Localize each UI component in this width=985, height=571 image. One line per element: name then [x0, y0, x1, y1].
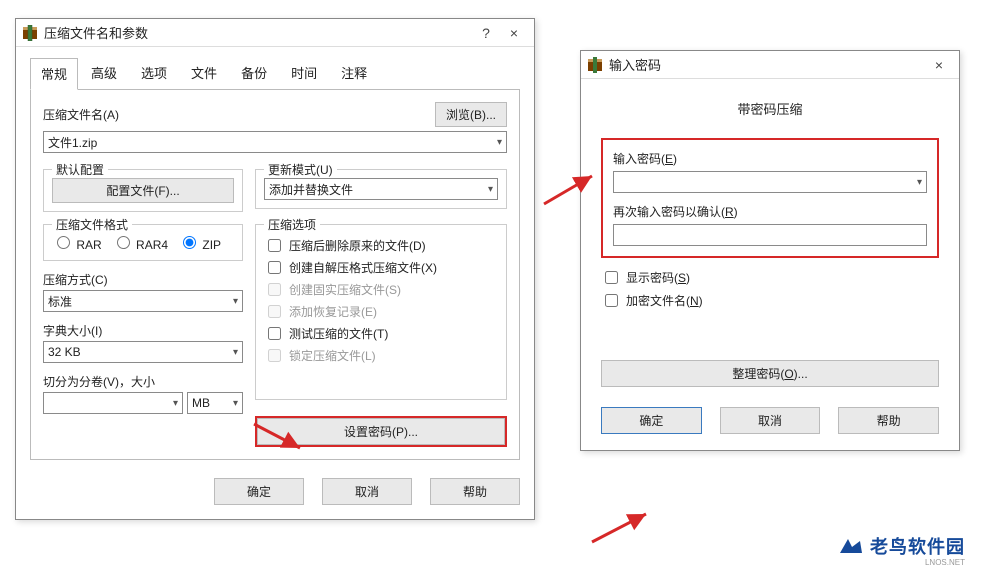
help-button[interactable]: 帮助 — [430, 478, 520, 505]
password-heading: 带密码压缩 — [601, 99, 939, 118]
tab-general[interactable]: 常规 — [30, 58, 78, 90]
tab-time[interactable]: 时间 — [280, 57, 328, 89]
chevron-down-icon: ▾ — [233, 347, 238, 358]
split-size-combo[interactable]: ▾ — [43, 392, 183, 414]
update-mode-combo[interactable]: 添加并替换文件 ▾ — [264, 178, 498, 200]
dialog-footer: 确定 取消 帮助 — [581, 397, 959, 450]
method-label: 压缩方式(C) — [43, 273, 108, 287]
close-button[interactable]: × — [925, 54, 953, 76]
opt-lock-checkbox: 锁定压缩文件(L) — [264, 346, 498, 365]
show-password-checkbox[interactable]: 显示密码(S) — [601, 268, 939, 287]
method-value: 标准 — [48, 293, 72, 310]
split-unit-value: MB — [192, 396, 210, 410]
ok-button[interactable]: 确定 — [601, 407, 702, 434]
set-password-highlight: 设置密码(P)... — [255, 416, 507, 447]
confirm-password-label: 再次输入密码以确认(R) — [613, 203, 927, 220]
app-icon — [587, 57, 603, 73]
method-combo[interactable]: 标准 ▾ — [43, 290, 243, 312]
chevron-down-icon: ▾ — [233, 296, 238, 307]
dialog-title: 压缩文件名和参数 — [44, 23, 472, 42]
opt-delete-checkbox[interactable]: 压缩后删除原来的文件(D) — [264, 236, 498, 255]
default-config-label: 默认配置 — [52, 161, 108, 178]
update-mode-label: 更新模式(U) — [264, 161, 337, 178]
format-rar4-radio[interactable]: RAR4 — [112, 233, 168, 252]
chevron-down-icon: ▾ — [497, 137, 502, 148]
password-dialog: 输入密码 × 带密码压缩 输入密码(E) ▾ 再次输入密码以确认(R) 显示密码… — [580, 50, 960, 451]
archive-name-combo[interactable]: 文件1.zip ▾ — [43, 131, 507, 153]
dict-label: 字典大小(I) — [43, 324, 102, 338]
tab-advanced[interactable]: 高级 — [80, 57, 128, 89]
profiles-button[interactable]: 配置文件(F)... — [52, 178, 234, 203]
confirm-password-input[interactable] — [613, 224, 927, 246]
opt-recover-checkbox: 添加恢复记录(E) — [264, 302, 498, 321]
enter-password-label: 输入密码(E) — [613, 150, 927, 167]
browse-button[interactable]: 浏览(B)... — [435, 102, 507, 127]
chevron-down-icon: ▾ — [233, 398, 238, 409]
dict-combo[interactable]: 32 KB ▾ — [43, 341, 243, 363]
watermark-sub: LNOS.NET — [925, 558, 965, 567]
dict-value: 32 KB — [48, 345, 81, 359]
archive-format-label: 压缩文件格式 — [52, 216, 132, 233]
opt-sfx-checkbox[interactable]: 创建自解压格式压缩文件(X) — [264, 258, 498, 277]
watermark: 老鸟软件园 LNOS.NET — [838, 533, 965, 559]
archive-dialog: 压缩文件名和参数 ? × 常规 高级 选项 文件 备份 时间 注释 压缩文件名(… — [15, 18, 535, 520]
default-config-group: 默认配置 配置文件(F)... — [43, 169, 243, 212]
cancel-button[interactable]: 取消 — [720, 407, 821, 434]
annotation-arrow-3 — [588, 508, 658, 548]
opt-solid-checkbox: 创建固实压缩文件(S) — [264, 280, 498, 299]
watermark-text: 老鸟软件园 — [870, 533, 965, 559]
app-icon — [22, 25, 38, 41]
format-rar-radio[interactable]: RAR — [52, 233, 102, 252]
archive-format-group: 压缩文件格式 RAR RAR4 ZIP — [43, 224, 243, 261]
ok-button[interactable]: 确定 — [214, 478, 304, 505]
titlebar: 压缩文件名和参数 ? × — [16, 19, 534, 47]
encrypt-names-checkbox[interactable]: 加密文件名(N) — [601, 291, 939, 310]
format-zip-radio[interactable]: ZIP — [178, 233, 221, 252]
chevron-down-icon: ▾ — [917, 177, 922, 188]
titlebar: 输入密码 × — [581, 51, 959, 79]
compress-options-group: 压缩选项 压缩后删除原来的文件(D) 创建自解压格式压缩文件(X) 创建固实压缩… — [255, 224, 507, 400]
help-button[interactable]: 帮助 — [838, 407, 939, 434]
tab-strip: 常规 高级 选项 文件 备份 时间 注释 — [16, 47, 534, 89]
update-mode-value: 添加并替换文件 — [269, 181, 353, 198]
archive-name-value: 文件1.zip — [48, 134, 97, 151]
organize-passwords-button[interactable]: 整理密码(O)... — [601, 360, 939, 387]
split-unit-combo[interactable]: MB ▾ — [187, 392, 243, 414]
tab-content: 压缩文件名(A) 浏览(B)... 文件1.zip ▾ 默认配置 配置文件(F)… — [30, 89, 520, 460]
password-fields-highlight: 输入密码(E) ▾ 再次输入密码以确认(R) — [601, 138, 939, 258]
dialog-title: 输入密码 — [609, 55, 925, 74]
set-password-button[interactable]: 设置密码(P)... — [257, 418, 505, 445]
tab-options[interactable]: 选项 — [130, 57, 178, 89]
update-mode-group: 更新模式(U) 添加并替换文件 ▾ — [255, 169, 507, 209]
dialog-footer: 确定 取消 帮助 — [16, 470, 534, 519]
opt-test-checkbox[interactable]: 测试压缩的文件(T) — [264, 324, 498, 343]
close-button[interactable]: × — [500, 22, 528, 44]
enter-password-input[interactable]: ▾ — [613, 171, 927, 193]
bird-icon — [838, 535, 864, 557]
tab-files[interactable]: 文件 — [180, 57, 228, 89]
chevron-down-icon: ▾ — [488, 184, 493, 195]
archive-name-label: 压缩文件名(A) — [43, 106, 119, 123]
compress-options-label: 压缩选项 — [264, 216, 320, 233]
chevron-down-icon: ▾ — [173, 398, 178, 409]
tab-comment[interactable]: 注释 — [330, 57, 378, 89]
cancel-button[interactable]: 取消 — [322, 478, 412, 505]
help-button[interactable]: ? — [472, 22, 500, 44]
split-label: 切分为分卷(V)，大小 — [43, 375, 155, 389]
tab-backup[interactable]: 备份 — [230, 57, 278, 89]
